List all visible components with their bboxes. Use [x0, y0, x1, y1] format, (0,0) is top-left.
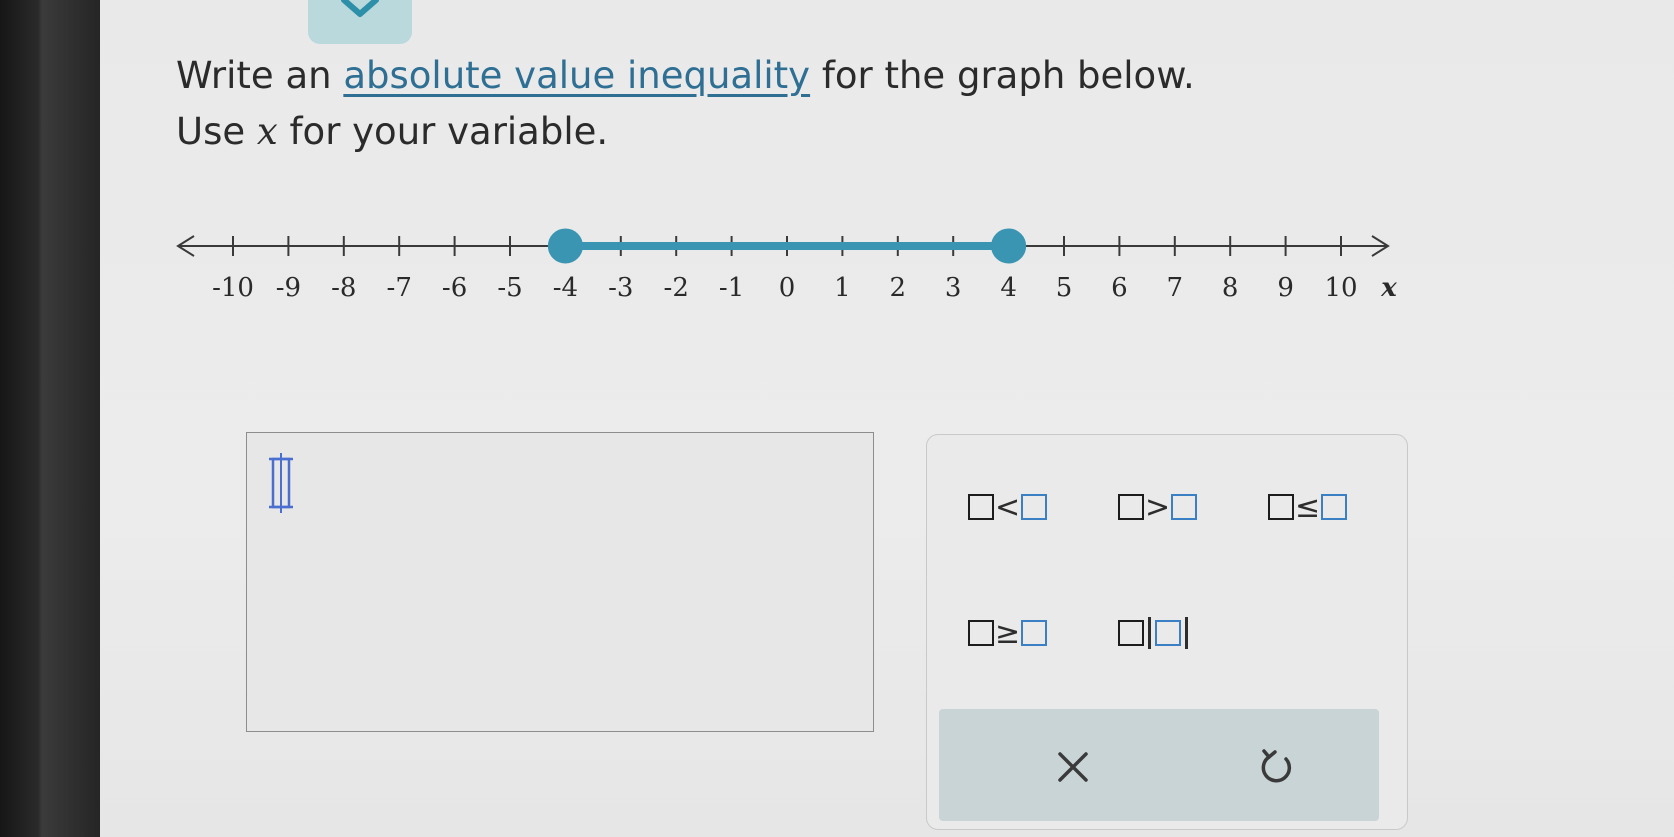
variable-name: x: [256, 110, 278, 153]
tick-label: -6: [442, 273, 467, 302]
tick-label: 3: [945, 273, 962, 302]
tick-label: 4: [1000, 273, 1017, 302]
input-cursor-icon: [269, 453, 293, 513]
tick-label: 6: [1111, 273, 1128, 302]
number-line-graph: -10 -9 -8 -7 -6 -5 -4 -3 -2 -1 0 1 2 3 4 5 6 7 8 9 10 x: [176, 228, 1397, 302]
question-prompt: Write an absolute value inequality for t…: [176, 48, 1195, 160]
clear-button[interactable]: [1045, 739, 1101, 795]
tick-label: 10: [1324, 273, 1357, 302]
axis-variable-label: x: [1380, 273, 1397, 302]
close-icon: [1058, 752, 1088, 782]
prompt-text: Write an: [176, 54, 344, 97]
glossary-link[interactable]: absolute value inequality: [343, 54, 810, 97]
chevron-down-icon: [341, 0, 379, 17]
prompt-text: for your variable.: [277, 110, 609, 153]
placeholder-box: [1021, 620, 1048, 646]
prompt-line-1: Write an absolute value inequality for t…: [176, 48, 1195, 104]
operator-symbol: <: [995, 489, 1021, 525]
tick-label: -1: [719, 273, 744, 302]
placeholder-box: [1021, 494, 1048, 520]
keypad-action-bar: [939, 709, 1379, 821]
tick-label: -5: [497, 273, 522, 302]
tick-label: -8: [331, 273, 356, 302]
tick-label: 9: [1277, 273, 1294, 302]
prompt-text: Use: [176, 110, 257, 153]
abs-bar-left: [1148, 617, 1151, 649]
top-collapse-tab[interactable]: [308, 0, 412, 44]
absolute-value-key[interactable]: [1117, 611, 1191, 655]
prompt-text: for the graph below.: [810, 54, 1195, 97]
placeholder-box: [1155, 620, 1181, 646]
tick-label: 7: [1167, 273, 1184, 302]
tick-label: -3: [608, 273, 633, 302]
undo-icon: [1261, 749, 1292, 783]
left-endpoint-dot: [547, 228, 583, 264]
tick-label: 2: [890, 273, 907, 302]
tick-label: -2: [664, 273, 689, 302]
tick-label: -4: [553, 273, 578, 302]
right-endpoint-dot: [991, 228, 1027, 264]
placeholder-box: [1118, 620, 1144, 646]
operator-symbol: >: [1145, 489, 1171, 525]
greater-than-key[interactable]: >: [1117, 485, 1198, 529]
placeholder-box: [968, 494, 994, 520]
tick-label: -10: [212, 273, 254, 302]
placeholder-box: [1268, 494, 1294, 520]
abs-bar-right: [1185, 617, 1188, 649]
tick-label: 1: [834, 273, 851, 302]
tick-label: -7: [387, 273, 412, 302]
tick-label: -9: [276, 273, 301, 302]
placeholder-box: [968, 620, 994, 646]
placeholder-box: [1171, 494, 1198, 520]
prompt-line-2: Use x for your variable.: [176, 104, 1195, 160]
tick-label: 8: [1222, 273, 1239, 302]
tick-label: 0: [779, 273, 796, 302]
answer-input-box[interactable]: [246, 432, 874, 732]
less-equal-key[interactable]: ≤: [1267, 485, 1348, 529]
math-keypad: < > ≤ ≥: [926, 434, 1408, 830]
placeholder-box: [1321, 494, 1348, 520]
operator-symbol: ≥: [995, 615, 1021, 651]
less-than-key[interactable]: <: [967, 485, 1048, 529]
tick-label: 5: [1056, 273, 1073, 302]
placeholder-box: [1118, 494, 1144, 520]
operator-symbol: ≤: [1295, 489, 1321, 525]
monitor-bezel: [0, 0, 100, 837]
undo-button[interactable]: [1249, 739, 1305, 795]
greater-equal-key[interactable]: ≥: [967, 611, 1048, 655]
